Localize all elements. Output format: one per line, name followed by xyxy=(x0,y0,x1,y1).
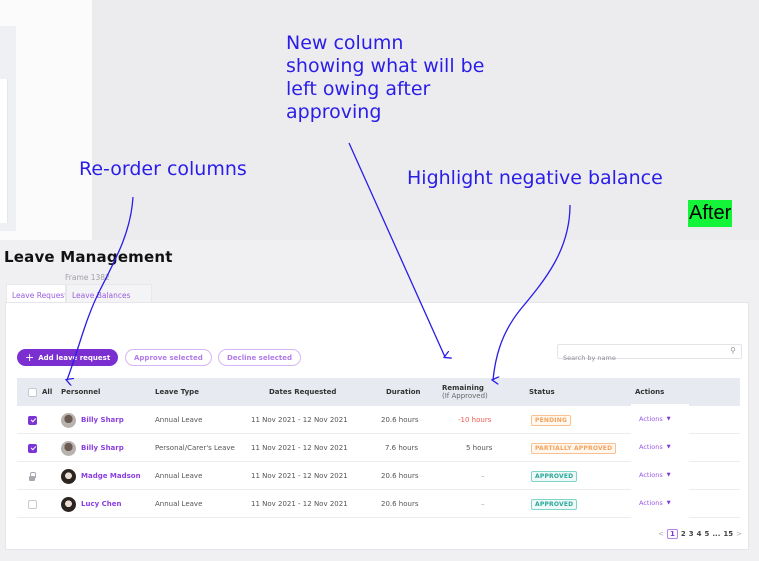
annotation-reorder-columns: Re-order columns xyxy=(79,158,247,180)
caret-down-icon: ▼ xyxy=(666,444,671,450)
page-1-button[interactable]: 1 xyxy=(667,529,678,539)
search-box: ⚲ xyxy=(557,344,742,365)
table-row: Billy Sharp Personal/Carer's Leave 11 No… xyxy=(17,432,740,462)
column-remaining-sublabel: (If Approved) xyxy=(442,392,488,400)
dates-requested: 11 Nov 2021 - 12 Nov 2021 xyxy=(251,472,348,480)
caret-down-icon: ▼ xyxy=(666,472,671,478)
next-page-button[interactable]: > xyxy=(736,530,742,538)
leave-type: Personal/Carer's Leave xyxy=(155,444,235,452)
pagination-ellipsis: ... xyxy=(712,530,721,538)
remaining: 5 hours xyxy=(466,444,493,452)
column-actions: Actions xyxy=(635,388,665,396)
plus-icon: + xyxy=(25,351,35,364)
ghost-panel-inner xyxy=(0,79,8,223)
table-row: Madge Madson Annual Leave 11 Nov 2021 - … xyxy=(17,460,740,490)
page-last-button[interactable]: 15 xyxy=(723,530,733,538)
page-2-button[interactable]: 2 xyxy=(681,530,686,538)
column-remaining[interactable]: Remaining (If Approved) xyxy=(442,378,488,406)
decline-selected-button[interactable]: Decline selected xyxy=(218,349,301,366)
column-dates-requested[interactable]: Dates Requested xyxy=(269,378,336,406)
caret-down-icon: ▼ xyxy=(666,500,671,506)
status-badge: PENDING xyxy=(531,414,572,426)
canvas: New column showing what will be left owi… xyxy=(0,0,759,561)
avatar xyxy=(61,468,76,484)
remaining-negative: -10 hours xyxy=(458,416,492,424)
select-all[interactable]: All xyxy=(28,378,52,406)
add-leave-request-label: Add leave request xyxy=(38,353,111,362)
duration: 20.6 hours xyxy=(381,500,419,508)
select-all-checkbox[interactable] xyxy=(28,387,37,397)
remaining: – xyxy=(481,472,485,480)
page-4-button[interactable]: 4 xyxy=(697,530,702,538)
table-row: Lucy Chen Annual Leave 11 Nov 2021 - 12 … xyxy=(17,488,740,518)
personnel-name[interactable]: Billy Sharp xyxy=(81,416,124,424)
approve-selected-button[interactable]: Approve selected xyxy=(125,349,212,366)
avatar xyxy=(61,440,76,456)
avatar xyxy=(61,496,76,512)
personnel-name[interactable]: Madge Madson xyxy=(81,472,141,480)
remaining: – xyxy=(481,500,485,508)
leave-type: Annual Leave xyxy=(155,472,203,480)
actions-label: Actions xyxy=(639,471,663,479)
leave-type: Annual Leave xyxy=(155,416,203,424)
annotation-highlight-negative: Highlight negative balance xyxy=(407,167,663,189)
after-label: After xyxy=(688,200,733,227)
lock-icon xyxy=(28,471,36,481)
row-checkbox[interactable] xyxy=(28,443,37,453)
caret-down-icon: ▼ xyxy=(666,416,671,422)
annotation-new-column: New column showing what will be left owi… xyxy=(286,32,485,123)
column-personnel[interactable]: Personnel xyxy=(61,378,100,406)
actions-label: Actions xyxy=(639,499,663,507)
actions-label: Actions xyxy=(639,415,663,423)
actions-dropdown[interactable]: Actions ▼ xyxy=(631,432,689,462)
personnel-name[interactable]: Lucy Chen xyxy=(81,500,121,508)
table-row: Billy Sharp Annual Leave 11 Nov 2021 - 1… xyxy=(17,404,740,434)
personnel-name[interactable]: Billy Sharp xyxy=(81,444,124,452)
actions-dropdown[interactable]: Actions ▼ xyxy=(631,404,689,434)
select-all-label: All xyxy=(42,388,53,396)
page-5-button[interactable]: 5 xyxy=(705,530,710,538)
status-badge: APPROVED xyxy=(531,470,578,482)
status-badge: PARTIALLY APPROVED xyxy=(531,442,617,454)
column-remaining-label: Remaining xyxy=(442,384,484,392)
avatar xyxy=(61,412,76,428)
dates-requested: 11 Nov 2021 - 12 Nov 2021 xyxy=(251,416,348,424)
actions-dropdown[interactable]: Actions ▼ xyxy=(631,488,689,518)
prev-page-button[interactable]: < xyxy=(658,530,664,538)
search-input[interactable] xyxy=(558,351,718,365)
dates-requested: 11 Nov 2021 - 12 Nov 2021 xyxy=(251,500,348,508)
column-duration[interactable]: Duration xyxy=(386,378,421,406)
pagination: < 1 2 3 4 5 ... 15 > xyxy=(658,529,742,539)
duration: 7.6 hours xyxy=(385,444,419,452)
column-leave-type[interactable]: Leave Type xyxy=(155,378,199,406)
previous-frame-ghost xyxy=(0,0,92,240)
add-leave-request-button[interactable]: + Add leave request xyxy=(17,349,119,366)
actions-label: Actions xyxy=(639,443,663,451)
row-checkbox[interactable] xyxy=(28,499,37,509)
requests-card: + Add leave request Approve selected Dec… xyxy=(5,302,749,550)
leave-type: Annual Leave xyxy=(155,500,203,508)
table-header: All Personnel Leave Type Dates Requested… xyxy=(17,378,740,406)
status-badge: APPROVED xyxy=(531,498,578,510)
duration: 20.6 hours xyxy=(381,416,419,424)
leave-management-app: Leave Management Frame 1382 Leave Reques… xyxy=(0,240,759,561)
frame-label: Frame 1382 xyxy=(65,273,110,282)
page-title: Leave Management xyxy=(4,248,173,266)
dates-requested: 11 Nov 2021 - 12 Nov 2021 xyxy=(251,444,348,452)
column-status[interactable]: Status xyxy=(529,378,555,406)
duration: 20.6 hours xyxy=(381,472,419,480)
page-3-button[interactable]: 3 xyxy=(689,530,694,538)
actions-dropdown[interactable]: Actions ▼ xyxy=(631,460,689,490)
row-checkbox[interactable] xyxy=(28,415,37,425)
search-icon[interactable]: ⚲ xyxy=(730,346,736,355)
